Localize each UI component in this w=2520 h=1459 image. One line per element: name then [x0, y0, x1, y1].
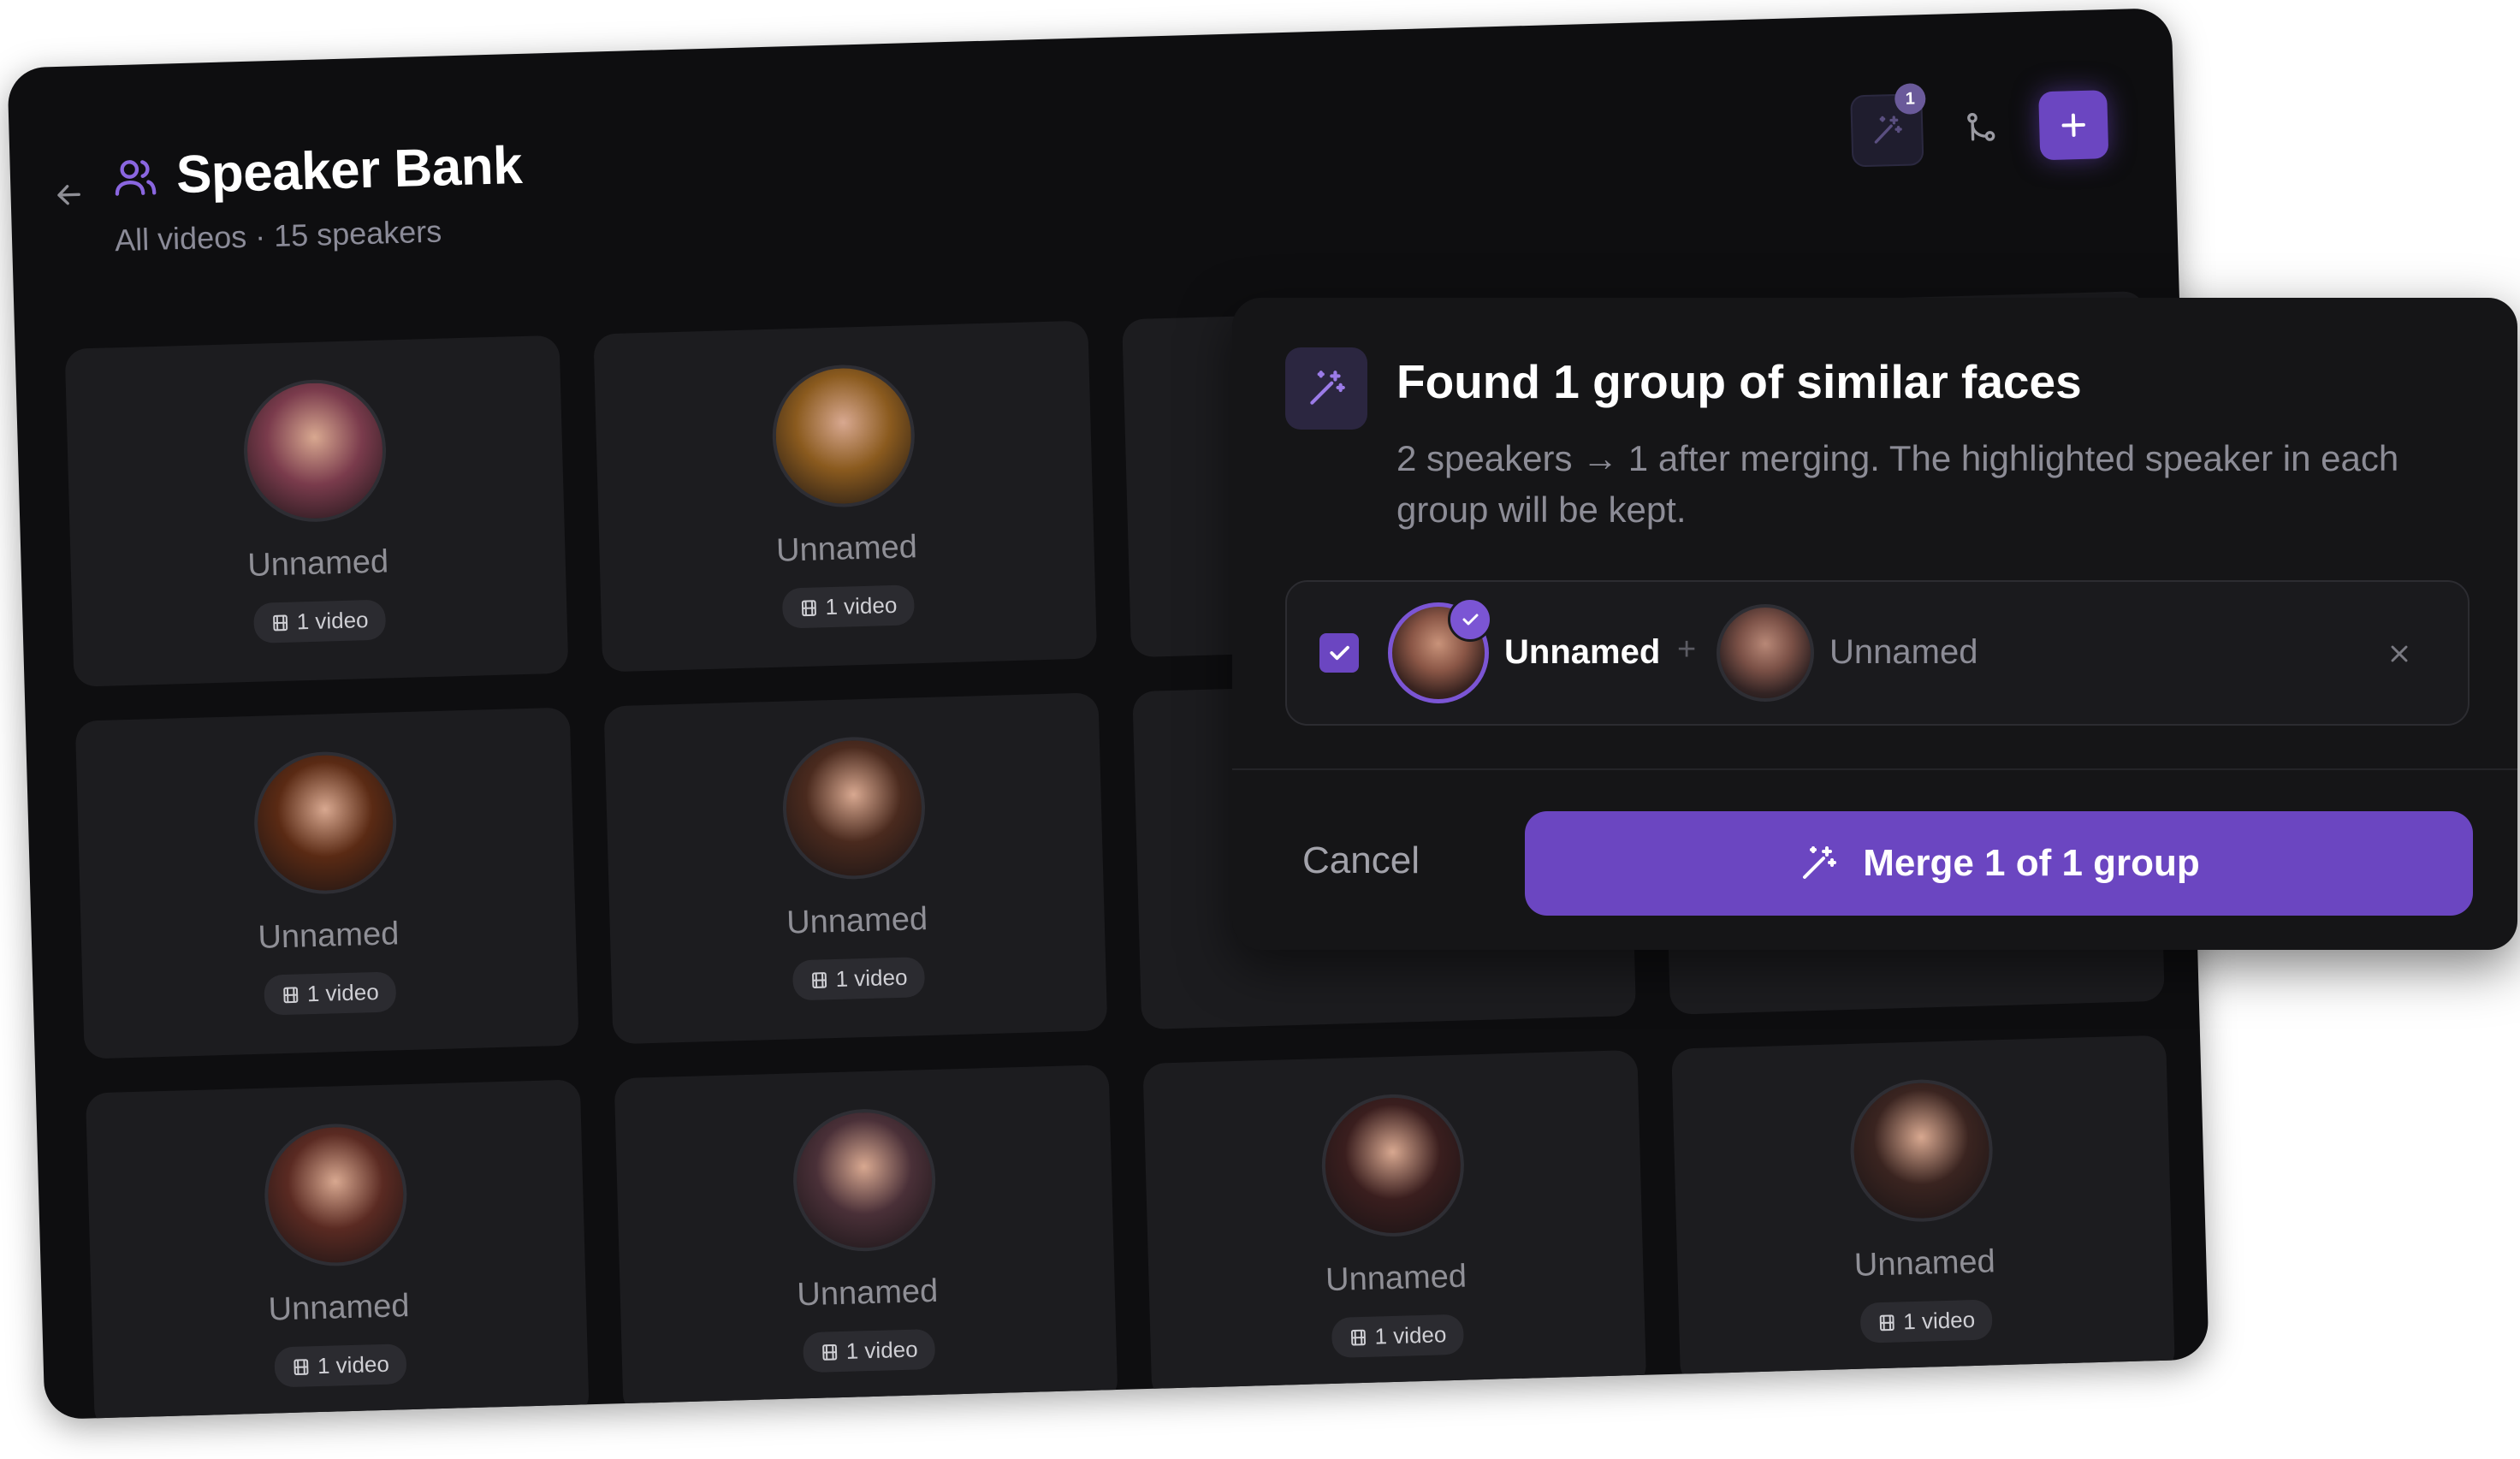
merged-speaker-name: Unnamed: [1829, 633, 1978, 671]
speaker-name: Unnamed: [775, 529, 918, 569]
merge-button[interactable]: Merge 1 of 1 group: [1525, 811, 2473, 916]
toolbar: 1: [1850, 83, 2109, 168]
film-icon: [822, 1343, 838, 1361]
suggestions-badge: 1: [1894, 83, 1926, 116]
similar-faces-dialog: Found 1 group of similar faces 2 speaker…: [1232, 298, 2517, 950]
speaker-name: Unnamed: [1325, 1258, 1468, 1299]
speaker-card[interactable]: Unnamed 1 video: [85, 1079, 590, 1420]
video-count-badge: 1 video: [264, 971, 397, 1016]
video-count-badge: 1 video: [792, 957, 926, 1001]
video-count-label: 1 video: [1374, 1321, 1447, 1349]
video-count-label: 1 video: [296, 607, 369, 635]
speaker-name: Unnamed: [268, 1288, 410, 1328]
cancel-button[interactable]: Cancel: [1302, 827, 1473, 895]
speaker-card[interactable]: Unnamed 1 video: [1671, 1035, 2175, 1387]
speaker-avatar: [791, 1106, 938, 1254]
check-icon: [1330, 645, 1349, 661]
kept-speaker-name: Unnamed: [1504, 633, 1661, 671]
film-icon: [283, 986, 299, 1003]
face-group-row: Unnamed + Unnamed: [1285, 580, 2470, 726]
speaker-card[interactable]: Unnamed 1 video: [64, 335, 569, 687]
add-speaker-button[interactable]: [2038, 90, 2109, 161]
video-count-badge: 1 video: [1331, 1314, 1464, 1358]
speaker-name: Unnamed: [796, 1272, 939, 1314]
video-count-label: 1 video: [825, 591, 898, 620]
speaker-avatar: [241, 377, 388, 525]
speaker-avatar: [263, 1122, 409, 1268]
back-button[interactable]: [43, 169, 96, 222]
magic-wand-icon: [1874, 116, 1902, 144]
check-icon: [1462, 614, 1479, 626]
merge-button-label: Merge 1 of 1 group: [1863, 842, 2200, 884]
speaker-avatar: [252, 750, 399, 896]
film-icon: [294, 1358, 309, 1375]
speaker-name: Unnamed: [786, 900, 928, 941]
speaker-name: Unnamed: [1853, 1243, 1996, 1284]
page-header: Speaker Bank All videos · 15 speakers 1: [7, 8, 2178, 325]
film-icon: [812, 971, 827, 988]
speaker-card[interactable]: Unnamed 1 video: [1142, 1049, 1647, 1402]
users-icon: [115, 159, 157, 196]
video-count-label: 1 video: [317, 1350, 390, 1379]
dialog-icon: [1285, 347, 1367, 430]
speaker-card[interactable]: Unnamed 1 video: [603, 692, 1108, 1045]
video-count-badge: 1 video: [274, 1343, 407, 1388]
video-count-label: 1 video: [835, 964, 908, 993]
magic-wand-icon: [1803, 846, 1837, 879]
video-count-badge: 1 video: [253, 599, 387, 644]
plus-icon: [2061, 113, 2085, 137]
video-count-badge: 1 video: [1859, 1299, 1993, 1343]
film-icon: [273, 614, 288, 631]
dialog-divider: [1232, 768, 2517, 770]
speaker-card[interactable]: Unnamed 1 video: [593, 320, 1098, 673]
speaker-avatar: [770, 363, 917, 509]
plus-separator: +: [1677, 632, 1697, 667]
magic-wand-icon: [1310, 371, 1345, 405]
dialog-description: 2 speakers → 1 after merging. The highli…: [1396, 438, 2399, 530]
git-merge-icon: [1967, 113, 1995, 141]
video-count-label: 1 video: [845, 1336, 918, 1364]
find-similar-faces-button[interactable]: 1: [1850, 83, 1926, 168]
page-title: Speaker Bank: [175, 135, 523, 205]
film-icon: [1351, 1329, 1367, 1346]
film-icon: [1879, 1314, 1894, 1331]
dialog-title: Found 1 group of similar faces: [1396, 355, 2082, 408]
video-count-label: 1 video: [306, 978, 380, 1007]
remove-group-button[interactable]: [2375, 630, 2423, 678]
speaker-card[interactable]: Unnamed 1 video: [74, 707, 579, 1059]
speaker-avatar: [1319, 1092, 1467, 1239]
kept-check-badge: [1448, 597, 1492, 642]
title-block: Speaker Bank All videos · 15 speakers: [112, 135, 525, 258]
speaker-avatar: [1848, 1077, 1995, 1224]
speaker-name: Unnamed: [257, 916, 400, 956]
speaker-card[interactable]: Unnamed 1 video: [614, 1065, 1118, 1417]
speaker-avatar: [780, 735, 928, 881]
film-icon: [801, 599, 817, 616]
speaker-name: Unnamed: [246, 543, 389, 584]
video-count-label: 1 video: [1902, 1306, 1976, 1335]
close-icon: [2391, 645, 2408, 662]
group-checkbox[interactable]: [1319, 633, 1359, 673]
video-count-badge: 1 video: [803, 1328, 936, 1373]
arrow-left-icon: [57, 185, 80, 205]
page-subtitle: All videos · 15 speakers: [114, 213, 442, 258]
video-count-badge: 1 video: [781, 584, 915, 629]
merge-speakers-button[interactable]: [1946, 92, 2016, 163]
merged-speaker-avatar[interactable]: [1717, 604, 1814, 702]
